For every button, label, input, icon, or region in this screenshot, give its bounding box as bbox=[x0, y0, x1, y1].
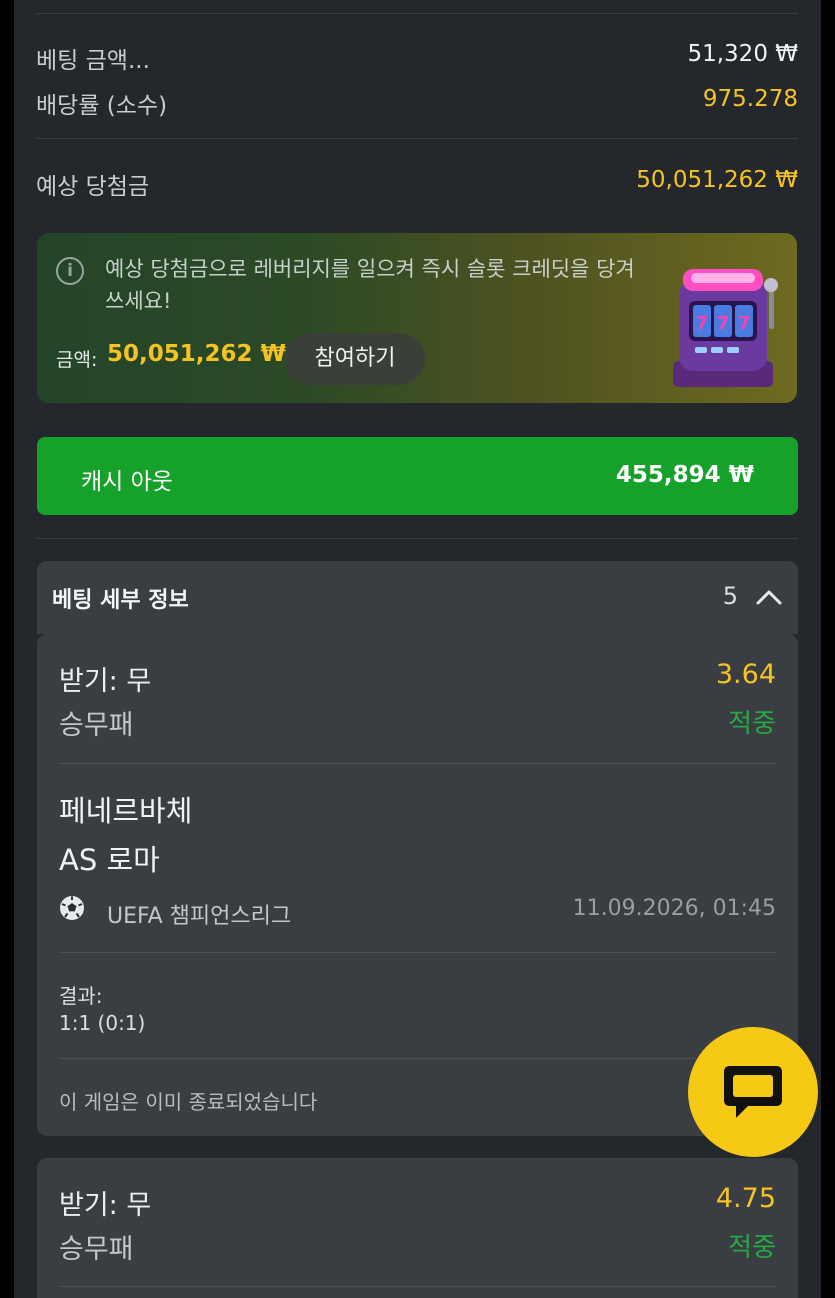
slot-credit-promo-banner: i 예상 당첨금으로 레버리지를 일으켜 즉시 슬롯 크레딧을 당겨 쓰세요! … bbox=[37, 233, 797, 403]
bet-pick: 받기: 무 bbox=[59, 1190, 152, 1221]
promo-text: 예상 당첨금으로 레버리지를 일으켜 즉시 슬롯 크레딧을 당겨 쓰세요! bbox=[105, 257, 635, 313]
soccer-ball-icon bbox=[60, 896, 84, 920]
away-team: AS 로마 bbox=[59, 843, 160, 877]
game-ended-note: 이 게임은 이미 종료되었습니다 bbox=[59, 1090, 318, 1114]
bet-details-title: 베팅 세부 정보 bbox=[52, 588, 189, 613]
odds-value: 975.278 bbox=[702, 86, 798, 112]
summary-divider bbox=[36, 138, 798, 139]
result-label: 결과: bbox=[59, 984, 103, 1008]
promo-amount-value: 50,051,262 ₩ bbox=[107, 341, 286, 367]
cashout-label: 캐시 아웃 bbox=[81, 469, 173, 495]
payout-value: 50,051,262 ₩ bbox=[636, 167, 798, 193]
bet-pick: 받기: 무 bbox=[59, 666, 152, 697]
info-icon: i bbox=[56, 257, 84, 285]
stake-label: 베팅 금액... bbox=[36, 48, 150, 74]
match-datetime: 11.09.2026, 01:45 bbox=[572, 896, 776, 921]
bet-odds: 3.64 bbox=[715, 659, 776, 690]
top-divider bbox=[36, 13, 798, 14]
cashout-button[interactable]: 캐시 아웃 455,894 ₩ bbox=[37, 437, 798, 515]
chevron-up-icon[interactable] bbox=[754, 583, 784, 611]
card-divider bbox=[59, 1058, 776, 1059]
stake-value: 51,320 ₩ bbox=[687, 41, 798, 67]
bet-status: 적중 bbox=[728, 1233, 776, 1263]
result-value: 1:1 (0:1) bbox=[59, 1011, 146, 1035]
cashout-value: 455,894 ₩ bbox=[615, 462, 754, 488]
bet-market: 승무패 bbox=[59, 1234, 134, 1265]
chat-bubble-icon bbox=[724, 1066, 782, 1118]
bet-count: 5 bbox=[722, 582, 738, 610]
svg-text:7: 7 bbox=[696, 313, 709, 334]
payout-label: 예상 당첨금 bbox=[36, 174, 150, 200]
card-divider bbox=[59, 1286, 776, 1287]
cashout-divider bbox=[36, 538, 798, 539]
chat-button[interactable] bbox=[688, 1027, 818, 1157]
odds-label: 배당률 (소수) bbox=[36, 93, 168, 119]
card-divider bbox=[59, 952, 776, 953]
promo-amount-label: 금액: bbox=[56, 349, 98, 371]
bet-market: 승무패 bbox=[59, 710, 134, 741]
slot-machine-icon: 7 7 7 bbox=[673, 269, 778, 387]
home-team: 페네르바체 bbox=[59, 794, 193, 828]
bet-status: 적중 bbox=[728, 709, 776, 739]
bet-card: 받기: 무 4.75 승무패 적중 bbox=[37, 1158, 798, 1298]
join-button[interactable]: 참여하기 bbox=[285, 333, 425, 385]
league-name: UEFA 챔피언스리그 bbox=[107, 904, 292, 929]
svg-text:7: 7 bbox=[717, 313, 730, 334]
bet-odds: 4.75 bbox=[715, 1183, 776, 1214]
svg-text:7: 7 bbox=[738, 313, 751, 334]
bet-details-header[interactable]: 베팅 세부 정보 5 bbox=[37, 561, 798, 634]
bet-card: 받기: 무 3.64 승무패 적중 페네르바체 AS 로마 UEFA 챔피언스리… bbox=[37, 634, 798, 1136]
card-divider bbox=[59, 763, 776, 764]
